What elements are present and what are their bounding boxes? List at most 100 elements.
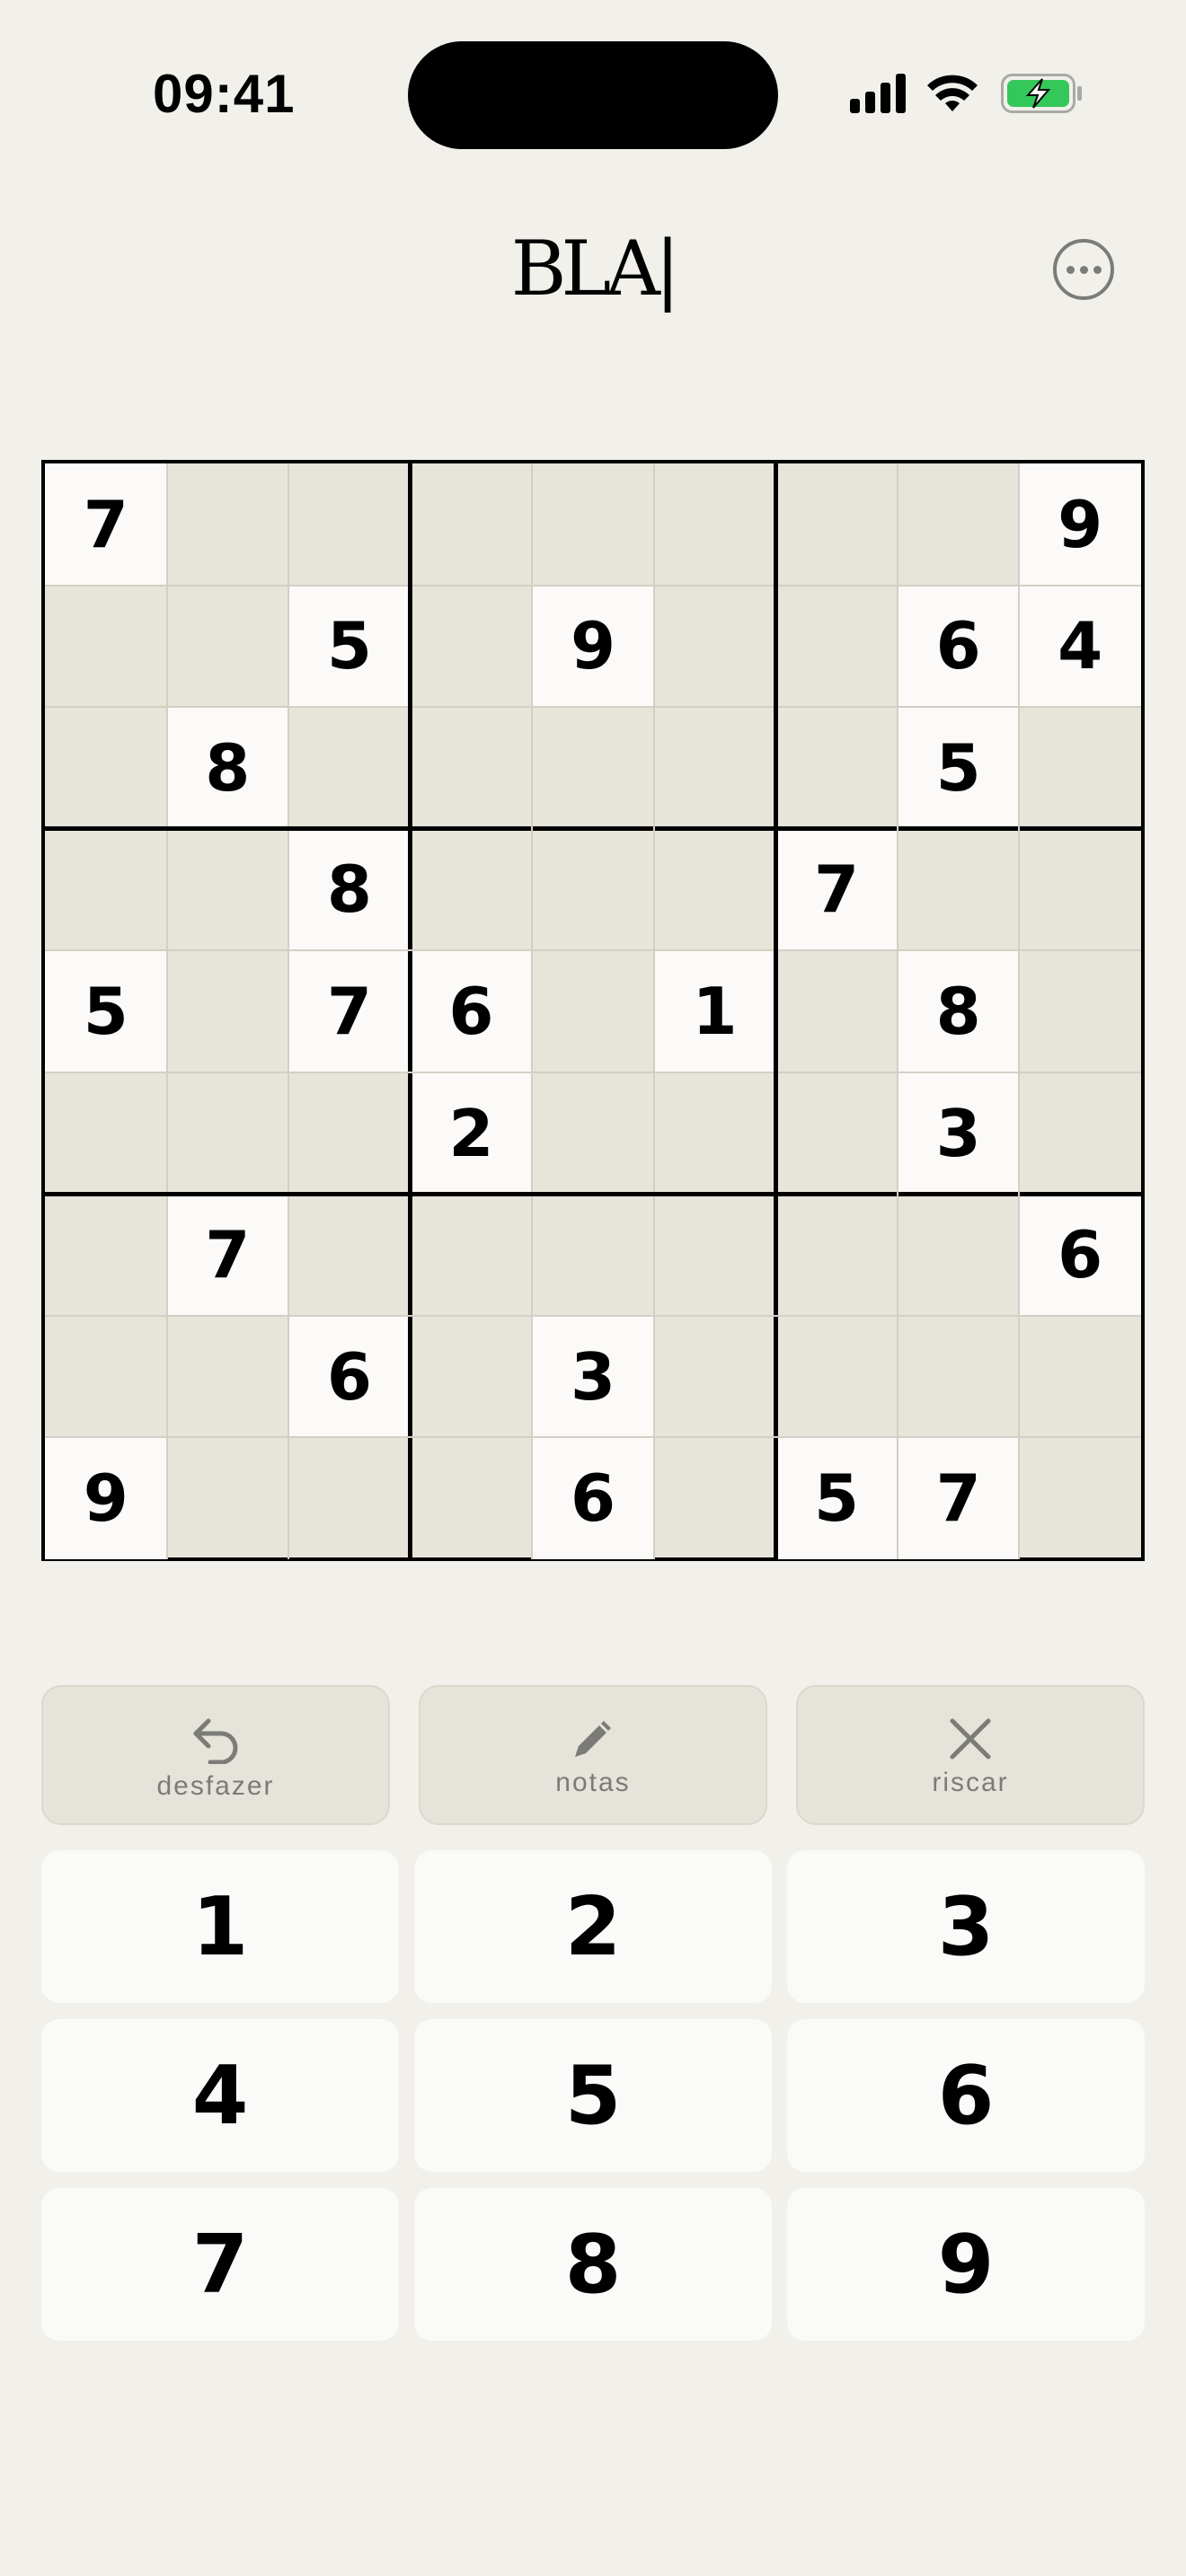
board-cell[interactable] <box>532 950 654 1072</box>
board-cell[interactable] <box>654 463 776 586</box>
board-cell[interactable]: 2 <box>410 1072 533 1195</box>
board-cell[interactable] <box>288 1437 411 1559</box>
board-cell[interactable] <box>898 829 1020 951</box>
sudoku-board: 7959648587576182376639657 <box>41 460 1145 1561</box>
board-cell[interactable] <box>654 707 776 829</box>
board-cell[interactable]: 4 <box>1019 585 1141 708</box>
board-cell[interactable] <box>775 1316 898 1438</box>
board-cell[interactable]: 3 <box>532 1315 654 1438</box>
board-cell[interactable] <box>775 707 898 829</box>
board-cell[interactable] <box>775 463 898 586</box>
board-cell[interactable] <box>411 1316 533 1438</box>
board-cell[interactable]: 8 <box>897 950 1020 1072</box>
board-cell[interactable] <box>532 1194 654 1316</box>
board-cell[interactable] <box>411 707 533 829</box>
board-cell[interactable]: 9 <box>532 585 654 708</box>
grid-line <box>45 1071 1141 1073</box>
board-cell[interactable]: 8 <box>166 707 289 829</box>
board-cell[interactable]: 6 <box>897 585 1020 708</box>
board-cell[interactable] <box>45 1194 167 1316</box>
board-cell[interactable] <box>288 1194 411 1316</box>
number-button[interactable]: 2 <box>414 1850 772 2003</box>
board-cell[interactable] <box>288 707 411 829</box>
board-cell[interactable]: 6 <box>532 1437 654 1559</box>
board-cell[interactable]: 9 <box>45 1437 167 1559</box>
board-cell[interactable] <box>411 463 533 586</box>
board-cell[interactable] <box>167 829 289 951</box>
board-cell[interactable] <box>45 1316 167 1438</box>
board-cell[interactable] <box>1019 1316 1141 1438</box>
board-cell[interactable] <box>654 1072 776 1195</box>
board-cell[interactable]: 6 <box>410 950 533 1072</box>
board-cell[interactable] <box>288 463 411 586</box>
board-cell[interactable] <box>775 586 898 708</box>
board-cell[interactable] <box>532 463 654 586</box>
board-cell[interactable] <box>167 463 289 586</box>
grid-line <box>45 1436 1141 1439</box>
board-cell[interactable]: 3 <box>897 1072 1020 1195</box>
board-cell[interactable]: 7 <box>166 1194 289 1316</box>
board-cell[interactable] <box>411 1194 533 1316</box>
board-cell[interactable] <box>654 829 776 951</box>
number-button[interactable]: 5 <box>414 2019 772 2172</box>
board-cell[interactable] <box>1019 1437 1141 1559</box>
board-cell[interactable]: 7 <box>45 463 167 586</box>
board-cell[interactable] <box>532 1072 654 1195</box>
board-cell[interactable] <box>45 707 167 829</box>
number-button[interactable]: 7 <box>41 2188 399 2341</box>
notes-button[interactable]: notas <box>419 1685 767 1825</box>
board-cell[interactable] <box>411 829 533 951</box>
board-cell[interactable] <box>1019 1072 1141 1195</box>
number-button[interactable]: 9 <box>787 2188 1145 2341</box>
undo-button[interactable]: desfazer <box>41 1685 390 1825</box>
more-options-button[interactable] <box>1053 239 1114 300</box>
number-button[interactable]: 1 <box>41 1850 399 2003</box>
board-cell[interactable]: 6 <box>288 1315 411 1438</box>
board-cell[interactable] <box>1019 950 1141 1072</box>
board-cell[interactable] <box>167 950 289 1072</box>
board-cell[interactable] <box>167 1437 289 1559</box>
grid-line <box>45 706 1141 709</box>
board-cell[interactable] <box>532 707 654 829</box>
number-button[interactable]: 6 <box>787 2019 1145 2172</box>
board-cell[interactable]: 5 <box>45 950 167 1072</box>
board-cell[interactable] <box>1019 707 1141 829</box>
board-cell[interactable] <box>654 586 776 708</box>
board-cell[interactable]: 8 <box>288 828 411 951</box>
board-cell[interactable]: 6 <box>1019 1194 1141 1316</box>
board-cell[interactable] <box>1019 829 1141 951</box>
board-cell[interactable] <box>775 1194 898 1316</box>
board-cell[interactable] <box>654 1194 776 1316</box>
board-cell[interactable] <box>45 1072 167 1195</box>
number-button[interactable]: 4 <box>41 2019 399 2172</box>
board-cell[interactable] <box>167 1072 289 1195</box>
board-cell[interactable]: 5 <box>897 707 1020 829</box>
board-cell[interactable] <box>411 1437 533 1559</box>
status-icons <box>850 70 1084 117</box>
board-cell[interactable] <box>898 463 1020 586</box>
number-button[interactable]: 8 <box>414 2188 772 2341</box>
battery-icon <box>1001 74 1082 113</box>
board-cell[interactable] <box>654 1316 776 1438</box>
board-cell[interactable] <box>288 1072 411 1195</box>
board-cell[interactable] <box>45 586 167 708</box>
board-cell[interactable]: 5 <box>288 585 411 708</box>
board-cell[interactable] <box>775 1072 898 1195</box>
board-cell[interactable] <box>654 1437 776 1559</box>
board-cell[interactable] <box>411 586 533 708</box>
number-button[interactable]: 3 <box>787 1850 1145 2003</box>
board-cell[interactable] <box>167 586 289 708</box>
board-cell[interactable] <box>45 829 167 951</box>
board-cell[interactable] <box>898 1316 1020 1438</box>
board-cell[interactable]: 7 <box>897 1437 1020 1559</box>
erase-button[interactable]: riscar <box>796 1685 1145 1825</box>
board-cell[interactable]: 7 <box>288 950 411 1072</box>
board-cell[interactable] <box>898 1194 1020 1316</box>
board-cell[interactable] <box>532 829 654 951</box>
board-cell[interactable]: 9 <box>1019 463 1141 586</box>
board-cell[interactable]: 7 <box>775 828 898 951</box>
board-cell[interactable]: 5 <box>775 1437 898 1559</box>
board-cell[interactable] <box>775 950 898 1072</box>
board-cell[interactable]: 1 <box>653 950 776 1072</box>
board-cell[interactable] <box>167 1316 289 1438</box>
